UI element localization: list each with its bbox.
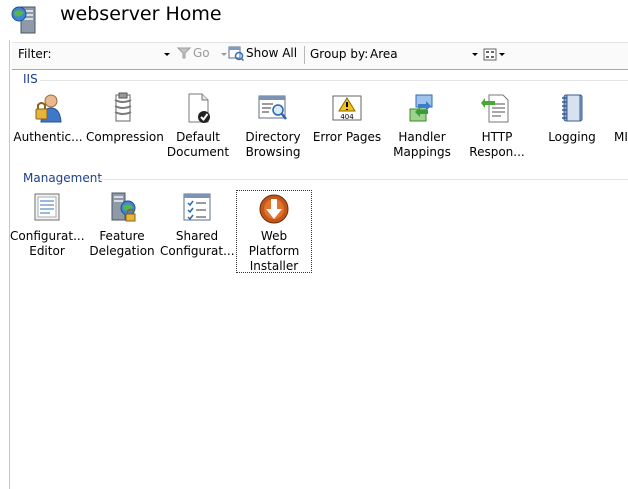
feature-error-pages[interactable]: 404 Error Pages (310, 92, 384, 145)
view-grid-icon (483, 48, 505, 61)
feature-label: Logging (548, 130, 596, 144)
feature-shared-configuration[interactable]: Shared Configurat... (160, 191, 235, 259)
feature-label: Web Platform Installer (248, 229, 300, 273)
feature-web-platform-installer[interactable]: Web Platform Installer (236, 190, 312, 273)
feature-mime-types[interactable]: MI (601, 92, 628, 145)
feature-http-response-headers[interactable]: HTTP Respon... (460, 92, 534, 160)
filter-toolbar: Filter: Go Show All Group by: Area (12, 42, 628, 70)
feature-label: Error Pages (312, 130, 382, 144)
show-all-label: Show All (246, 46, 298, 60)
feature-compression[interactable]: Compression (86, 92, 164, 145)
feature-label: Shared Configurat... (160, 229, 235, 258)
feature-authentication[interactable]: Authentic... (11, 92, 85, 145)
feature-label: Directory Browsing (245, 130, 301, 159)
configuration-editor-icon (34, 193, 60, 221)
group-by-value: Area (370, 47, 398, 61)
feature-label: Feature Delegation (89, 229, 155, 258)
handler-mappings-icon (409, 94, 433, 122)
page-title: webserver Home (60, 3, 222, 25)
feature-label: Compression (86, 130, 164, 144)
web-platform-installer-icon (259, 194, 289, 224)
feature-delegation-icon (111, 192, 136, 222)
authentication-icon (35, 94, 62, 123)
filter-dropdown-icon[interactable] (162, 49, 172, 59)
show-all-button[interactable]: Show All (228, 45, 297, 65)
show-all-icon (228, 46, 245, 62)
feature-label: Authentic... (13, 130, 83, 144)
directory-browsing-icon (258, 95, 287, 120)
feature-label: MI (614, 130, 628, 144)
feature-default-document[interactable]: Default Document (161, 92, 235, 160)
shared-configuration-icon (183, 193, 211, 221)
http-response-icon (481, 94, 509, 123)
feature-delegation[interactable]: Feature Delegation (85, 191, 159, 259)
error-pages-icon: 404 (332, 95, 362, 121)
feature-handler-mappings[interactable]: Handler Mappings (385, 92, 459, 160)
content-left-border (9, 40, 10, 489)
group-header-management: Management (23, 171, 103, 185)
default-document-icon (188, 93, 210, 123)
group-by-select[interactable]: Area (366, 46, 482, 64)
go-button[interactable]: Go (177, 45, 210, 65)
view-mode-button[interactable] (482, 46, 508, 64)
feature-configuration-editor[interactable]: Configurat... Editor (10, 191, 85, 259)
group-by-label: Group by: (310, 47, 369, 61)
page-header: webserver Home (0, 0, 628, 36)
logging-icon (562, 94, 583, 122)
filter-label: Filter: (18, 47, 52, 61)
feature-label: Default Document (166, 130, 230, 159)
compression-icon (114, 92, 132, 122)
go-label: Go (193, 45, 210, 60)
feature-label: HTTP Respon... (469, 130, 525, 159)
group-header-iis: IIS (23, 72, 38, 86)
funnel-icon (177, 47, 191, 58)
toolbar-separator (304, 46, 305, 64)
feature-logging[interactable]: Logging (535, 92, 609, 145)
group-divider-management (98, 179, 628, 180)
server-globe-icon (11, 6, 36, 34)
feature-label: Configurat... Editor (10, 229, 85, 258)
filter-input[interactable] (52, 46, 170, 64)
group-divider-iis (40, 80, 628, 81)
svg-text:404: 404 (340, 113, 354, 121)
feature-directory-browsing[interactable]: Directory Browsing (236, 92, 310, 160)
group-by-dropdown-icon[interactable] (470, 49, 480, 59)
feature-label: Handler Mappings (393, 130, 451, 159)
